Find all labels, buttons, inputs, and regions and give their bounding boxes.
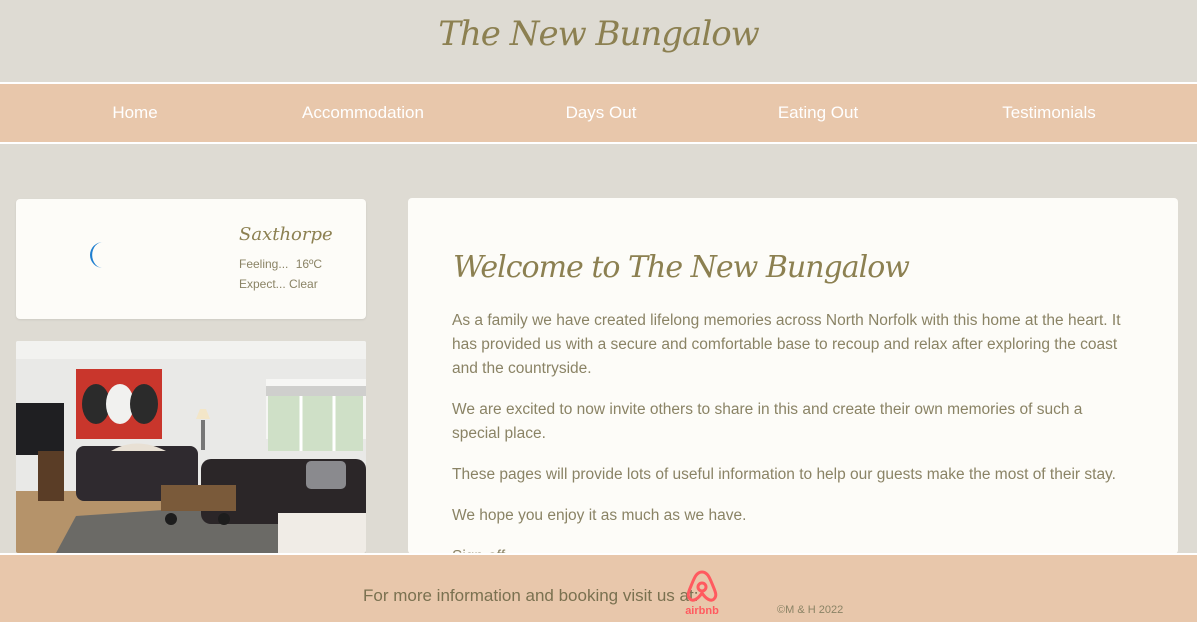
nav-item-days-out[interactable]: Days Out xyxy=(566,84,637,142)
weather-expect-label: Expect... xyxy=(239,277,286,291)
intro-paragraph-2: We are excited to now invite others to s… xyxy=(452,401,1083,442)
main-nav: Home Accommodation Days Out Eating Out T… xyxy=(0,82,1197,144)
welcome-card: Welcome to The New Bungalow As a family … xyxy=(408,198,1178,554)
site-footer: For more information and booking visit u… xyxy=(0,553,1197,622)
weather-feeling-label: Feeling... xyxy=(239,257,289,271)
airbnb-wordmark: airbnb xyxy=(685,605,719,617)
nav-item-eating-out[interactable]: Eating Out xyxy=(778,84,858,142)
intro-paragraph-1: As a family we have created lifelong mem… xyxy=(452,312,1121,377)
living-room-photo xyxy=(16,341,366,553)
copyright-notice: ©M & H 2022 xyxy=(777,604,844,616)
site-header: The New Bungalow xyxy=(0,0,1197,82)
intro-paragraph-3: These pages will provide lots of useful … xyxy=(452,466,1116,483)
booking-text: For more information and booking visit u… xyxy=(363,586,699,605)
nav-item-home[interactable]: Home xyxy=(112,84,157,142)
airbnb-link[interactable]: airbnb xyxy=(682,569,722,619)
weather-temperature: 16ºC xyxy=(295,257,323,271)
airbnb-logo-icon xyxy=(686,570,718,602)
nav-item-accommodation[interactable]: Accommodation xyxy=(302,84,424,142)
welcome-heading: Welcome to The New Bungalow xyxy=(453,250,910,285)
site-title[interactable]: The New Bungalow xyxy=(0,14,1197,54)
nav-item-testimonials[interactable]: Testimonials xyxy=(1002,84,1096,142)
crescent-moon-icon xyxy=(90,242,103,268)
weather-condition: Clear xyxy=(289,277,318,291)
intro-paragraph-4: We hope you enjoy it as much as we have. xyxy=(452,507,747,524)
weather-location: Saxthorpe xyxy=(239,224,333,245)
weather-feeling-row: Feeling... 16ºC xyxy=(239,257,322,271)
weather-expect-row: Expect... Clear xyxy=(239,277,318,291)
